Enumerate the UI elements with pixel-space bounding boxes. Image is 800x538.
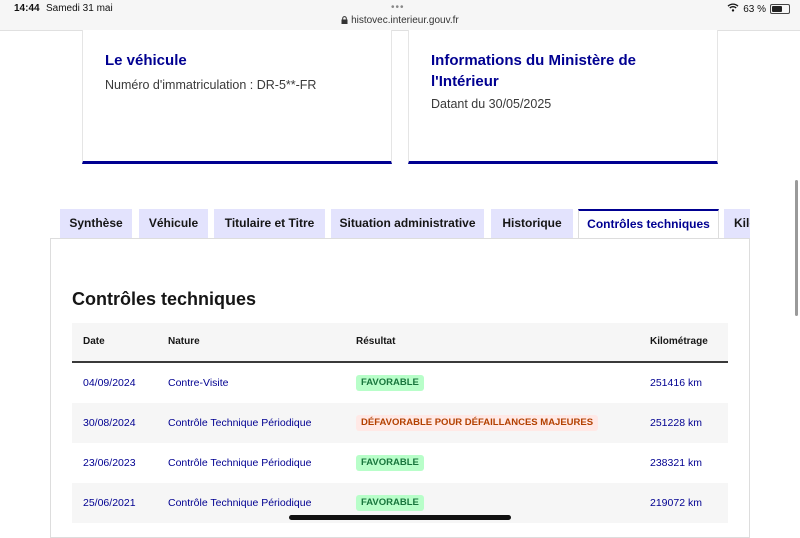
row-km: 219072 km bbox=[650, 497, 702, 509]
home-indicator[interactable] bbox=[289, 515, 511, 520]
battery-level-fill bbox=[772, 6, 783, 12]
section-title: Contrôles techniques bbox=[72, 289, 257, 309]
table-header: Date Nature Résultat Kilométrage bbox=[72, 323, 728, 363]
vehicle-card-title: Le véhicule bbox=[105, 52, 187, 69]
table-row: 04/09/2024 Contre-Visite FAVORABLE 25141… bbox=[72, 363, 728, 403]
ministry-card: Informations du Ministère de l'Intérieur… bbox=[408, 30, 718, 164]
url-text: histovec.interieur.gouv.fr bbox=[351, 15, 459, 26]
row-date: 30/08/2024 bbox=[83, 417, 136, 429]
tab-titulaire[interactable]: Titulaire et Titre bbox=[214, 209, 325, 238]
status-date: Samedi 31 mai bbox=[46, 3, 113, 14]
status-time: 14:44 bbox=[14, 3, 40, 14]
address-bar[interactable]: histovec.interieur.gouv.fr bbox=[0, 15, 800, 26]
status-indicators: 63 % bbox=[727, 3, 790, 15]
battery-percentage: 63 % bbox=[743, 3, 766, 15]
status-badge: FAVORABLE bbox=[356, 455, 424, 471]
row-km: 251228 km bbox=[650, 417, 702, 429]
tab-bar: Synthèse Véhicule Titulaire et Titre Sit… bbox=[60, 209, 750, 239]
header-nature: Nature bbox=[168, 336, 200, 347]
header-km: Kilométrage bbox=[650, 336, 708, 347]
row-nature: Contre-Visite bbox=[168, 377, 229, 389]
vehicle-card: Le véhicule Numéro d'immatriculation : D… bbox=[82, 30, 392, 164]
tab-controles-techniques[interactable]: Contrôles techniques bbox=[578, 209, 719, 239]
row-date: 23/06/2023 bbox=[83, 457, 136, 469]
header-result: Résultat bbox=[356, 336, 396, 347]
tab-synthese[interactable]: Synthèse bbox=[60, 209, 132, 238]
tab-vehicule[interactable]: Véhicule bbox=[139, 209, 208, 238]
table-row: 23/06/2023 Contrôle Technique Périodique… bbox=[72, 443, 728, 483]
tab-kilometrage[interactable]: Kilométrage bbox=[724, 209, 750, 238]
status-badge: FAVORABLE bbox=[356, 495, 424, 511]
data-date: Datant du 30/05/2025 bbox=[431, 97, 552, 111]
row-nature: Contrôle Technique Périodique bbox=[168, 457, 312, 469]
tab-historique[interactable]: Historique bbox=[491, 209, 573, 238]
ministry-card-title-line2: l'Intérieur bbox=[431, 73, 499, 90]
table-row: 30/08/2024 Contrôle Technique Périodique… bbox=[72, 403, 728, 443]
row-date: 04/09/2024 bbox=[83, 377, 136, 389]
tab-situation-administrative[interactable]: Situation administrative bbox=[331, 209, 484, 238]
ministry-card-title-line1: Informations du Ministère de bbox=[431, 52, 637, 69]
row-date: 25/06/2021 bbox=[83, 497, 136, 509]
registration-number: Numéro d'immatriculation : DR-5**-FR bbox=[105, 78, 317, 92]
battery-icon bbox=[770, 4, 790, 14]
lock-icon bbox=[341, 15, 351, 26]
row-km: 251416 km bbox=[650, 377, 702, 389]
status-bar: 14:44 Samedi 31 mai ••• histovec.interie… bbox=[0, 0, 800, 31]
status-badge: FAVORABLE bbox=[356, 375, 424, 391]
wifi-icon bbox=[727, 3, 739, 15]
row-nature: Contrôle Technique Périodique bbox=[168, 417, 312, 429]
header-date: Date bbox=[83, 336, 105, 347]
page-scrollbar[interactable] bbox=[795, 180, 798, 316]
row-km: 238321 km bbox=[650, 457, 702, 469]
status-badge: DÉFAVORABLE POUR DÉFAILLANCES MAJEURES bbox=[356, 415, 599, 431]
multitasking-dots-icon[interactable]: ••• bbox=[391, 2, 405, 13]
